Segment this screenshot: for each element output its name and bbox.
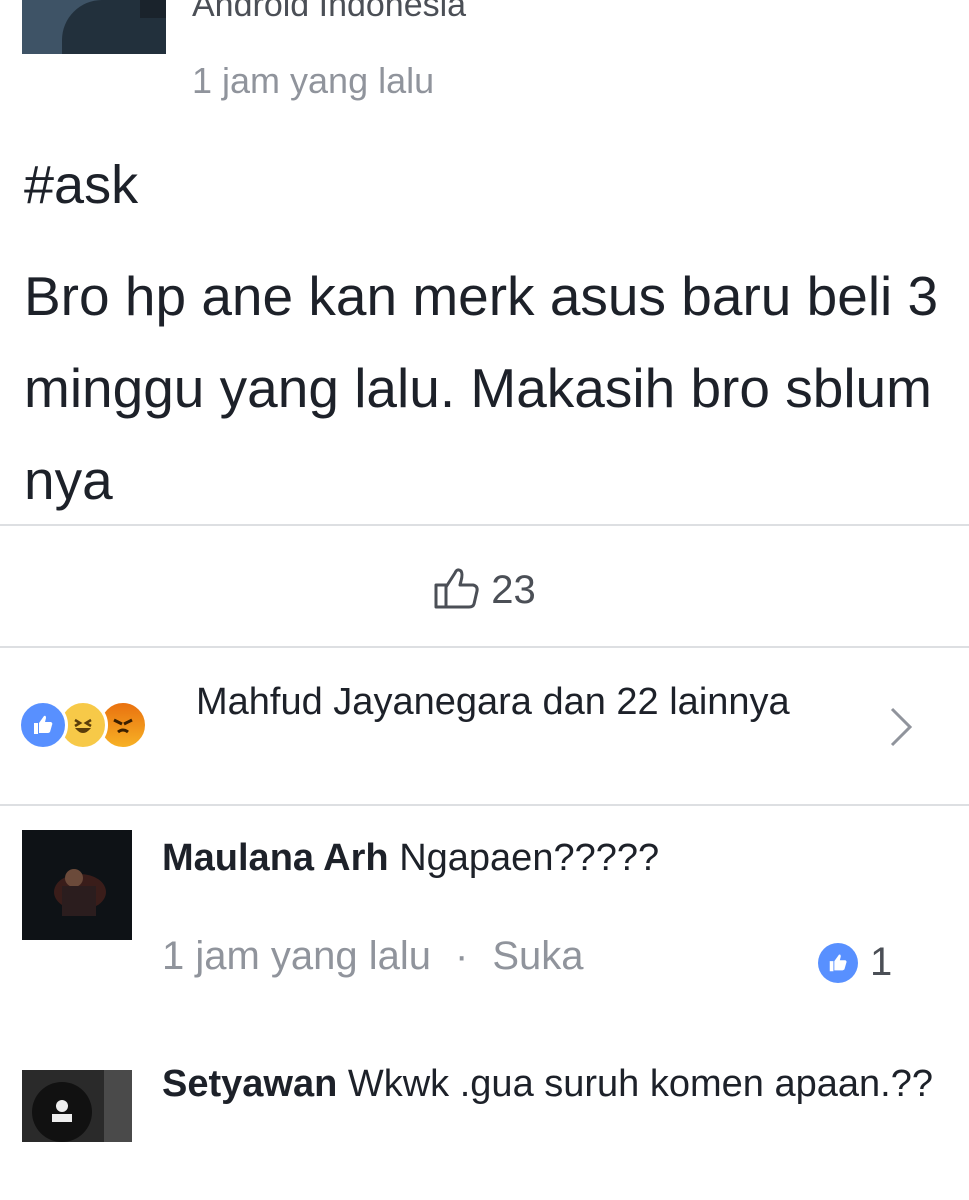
comment-meta: 1 jam yang lalu · Suka	[162, 934, 584, 979]
group-name[interactable]: Android Indonesia	[192, 0, 466, 25]
like-count: 23	[491, 567, 536, 612]
post-timestamp[interactable]: 1 jam yang lalu	[192, 60, 434, 102]
comment-time[interactable]: 1 jam yang lalu	[162, 934, 431, 978]
comment-body: Ngapaen?????	[399, 837, 660, 879]
like-count-row[interactable]: 23	[0, 560, 969, 620]
like-reaction-icon	[18, 700, 68, 750]
comment-author[interactable]: Maulana Arh	[162, 837, 389, 879]
chevron-right-icon[interactable]	[886, 705, 916, 754]
thumbs-up-icon	[433, 565, 481, 616]
separator: ·	[455, 934, 469, 978]
commenter-avatar[interactable]	[22, 830, 132, 940]
comment-author[interactable]: Setyawan	[162, 1063, 337, 1105]
reaction-icons[interactable]	[18, 700, 178, 750]
comment-like-button[interactable]: Suka	[492, 934, 583, 978]
comment-like-number: 1	[870, 940, 893, 984]
commenter-avatar[interactable]	[22, 1070, 132, 1142]
comment-body: Wkwk .gua suruh komen apaan.??	[347, 1063, 933, 1105]
like-badge-icon	[818, 942, 858, 983]
post-text: Bro hp ane kan merk asus baru beli 3 min…	[24, 265, 939, 511]
reactions-summary[interactable]: Mahfud Jayanegara dan 22 lainnya	[196, 668, 816, 736]
comment-text-1: Maulana Arh Ngapaen?????	[162, 826, 952, 890]
comment-like-count[interactable]: 1	[818, 940, 892, 985]
divider	[0, 804, 969, 806]
divider	[0, 646, 969, 648]
divider	[0, 524, 969, 526]
group-avatar[interactable]	[22, 0, 166, 54]
post-hashtag[interactable]: #ask	[24, 154, 138, 216]
comment-text-2: Setyawan Wkwk .gua suruh komen apaan.??	[162, 1052, 952, 1116]
